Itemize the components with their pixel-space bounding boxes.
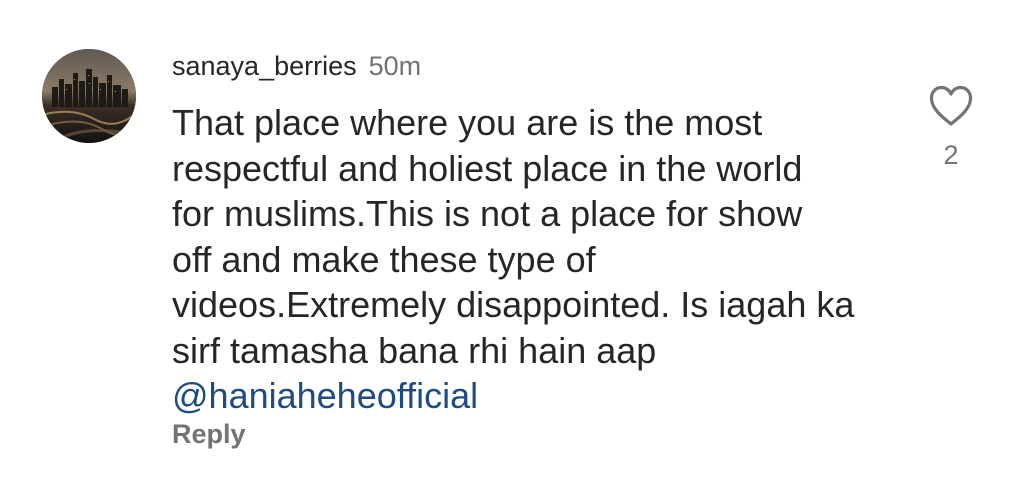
reply-button[interactable]: Reply xyxy=(172,419,246,450)
like-count: 2 xyxy=(943,140,959,170)
comment-body: That place where you are is the most res… xyxy=(172,100,892,419)
avatar[interactable] xyxy=(42,49,136,143)
comment-item: sanaya_berries 50m That place where you a… xyxy=(0,0,1024,487)
mention-link[interactable]: @haniaheheofficial xyxy=(172,375,478,416)
comment-header: sanaya_berries 50m xyxy=(172,46,421,86)
comment-text: That place where you are is the most res… xyxy=(172,102,855,371)
username-link[interactable]: sanaya_berries xyxy=(172,51,357,81)
like-button[interactable] xyxy=(928,84,974,128)
city-skyline-avatar-icon xyxy=(42,49,136,143)
heart-outline-icon xyxy=(929,85,973,126)
comment-timestamp: 50m xyxy=(368,51,422,81)
